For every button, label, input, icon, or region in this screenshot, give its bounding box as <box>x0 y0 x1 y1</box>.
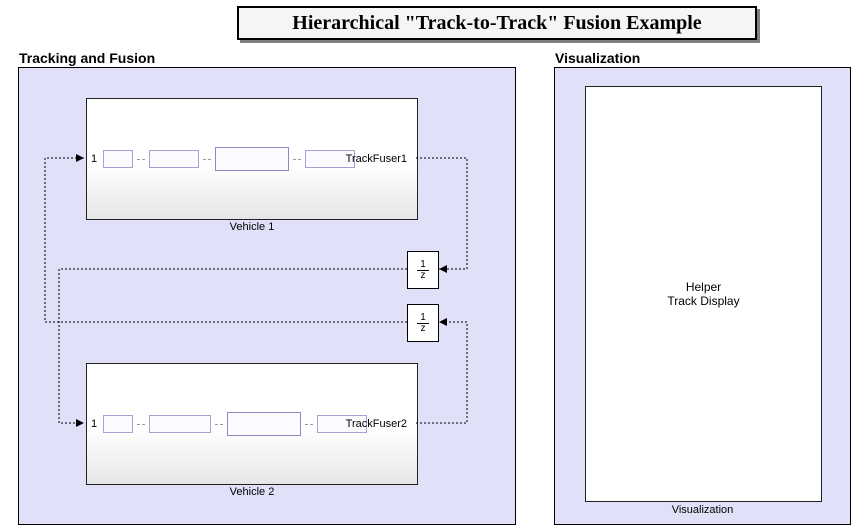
stage: Hierarchical "Track-to-Track" Fusion Exa… <box>0 0 867 532</box>
delay-2-den: z <box>421 324 426 334</box>
vehicle-2-fuser-label: TrackFuser2 <box>346 418 407 430</box>
vehicle-2-pipeline-icon <box>103 412 367 436</box>
vehicle-1-pipeline-icon <box>103 147 355 171</box>
diagram-title: Hierarchical "Track-to-Track" Fusion Exa… <box>237 6 757 40</box>
unit-delay-2-block[interactable]: 1z <box>407 304 439 342</box>
vehicle-1-fuser-label: TrackFuser1 <box>346 153 407 165</box>
visualization-panel: Visualization Helper Track Display Visua… <box>554 67 851 525</box>
delay-1-den: z <box>421 271 426 281</box>
vizbox-line2: Track Display <box>667 294 739 308</box>
vehicle-2-port: 1 <box>91 418 97 430</box>
vehicle-2-caption: Vehicle 2 <box>87 486 417 498</box>
tracking-fusion-label: Tracking and Fusion <box>19 50 155 66</box>
unit-delay-1-block[interactable]: 1z <box>407 251 439 289</box>
vehicle-2-block[interactable]: 1 TrackFuser2 Vehicle 2 <box>86 363 418 485</box>
vizbox-line1: Helper <box>686 280 721 294</box>
helper-track-display-block[interactable]: Helper Track Display <box>585 86 822 502</box>
vehicle-1-port: 1 <box>91 153 97 165</box>
visualization-caption: Visualization <box>555 504 850 516</box>
visualization-label: Visualization <box>555 50 640 66</box>
tracking-fusion-panel: Tracking and Fusion 1 TrackFuser1 Vehicl… <box>18 67 516 525</box>
vehicle-1-block[interactable]: 1 TrackFuser1 Vehicle 1 <box>86 98 418 220</box>
delay-1-num: 1 <box>417 260 429 271</box>
vehicle-1-caption: Vehicle 1 <box>87 221 417 233</box>
delay-2-num: 1 <box>417 313 429 324</box>
